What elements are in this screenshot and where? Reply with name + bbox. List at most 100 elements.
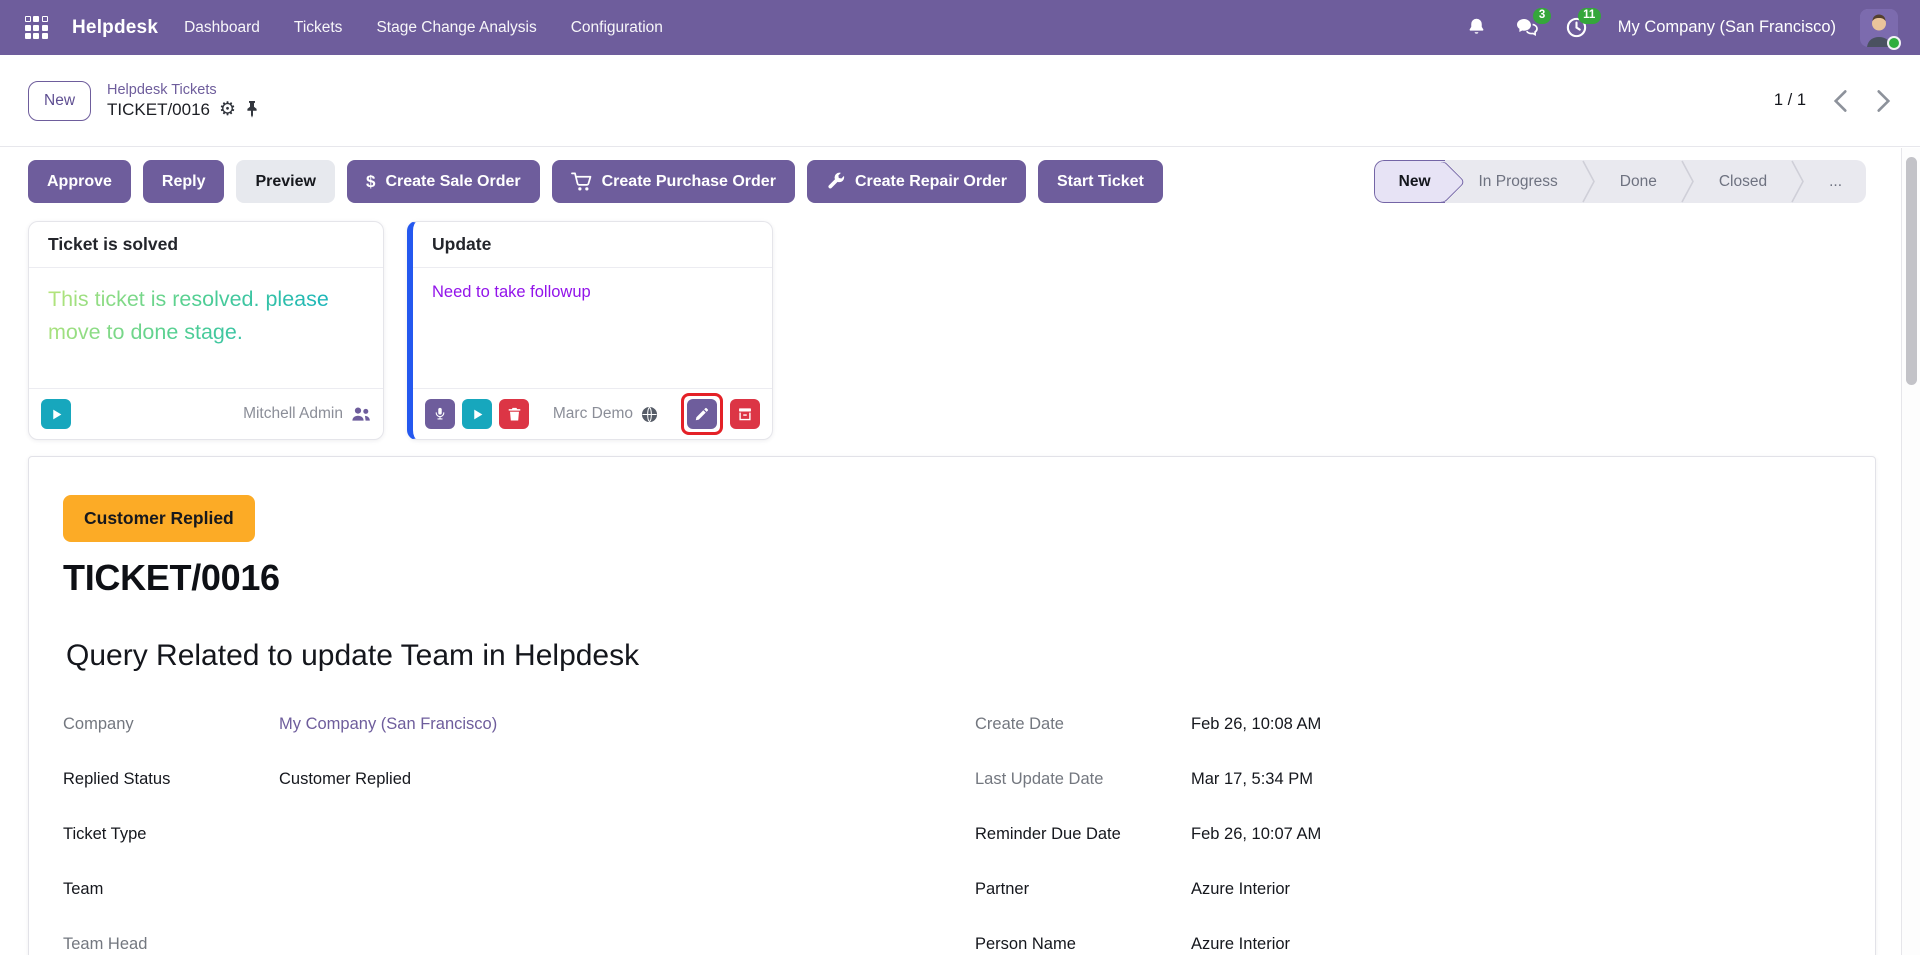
last-update-date-value: Mar 17, 5:34 PM: [1190, 770, 1835, 789]
replied-status-badge: Customer Replied: [63, 495, 255, 542]
apps-grid-icon: [25, 16, 48, 39]
menu-configuration[interactable]: Configuration: [569, 13, 665, 43]
field-row-person-name: Person Name Azure Interior: [975, 935, 1835, 955]
field-label: Partner: [975, 880, 1190, 899]
partner-input[interactable]: Azure Interior: [1190, 880, 1835, 899]
apps-menu-button[interactable]: [18, 10, 54, 46]
activities-count-badge: 11: [1578, 8, 1601, 25]
menu-dashboard[interactable]: Dashboard: [182, 13, 262, 43]
new-record-button[interactable]: New: [28, 81, 91, 121]
create-repair-order-button[interactable]: Create Repair Order: [807, 160, 1026, 203]
note-title: Update: [413, 222, 772, 268]
user-avatar[interactable]: [1860, 9, 1898, 47]
stage-separator-icon: [1681, 160, 1695, 203]
menu-tickets[interactable]: Tickets: [292, 13, 345, 43]
breadcrumb-current: TICKET/0016: [107, 100, 210, 120]
play-note-button[interactable]: [41, 399, 71, 429]
delete-note-button[interactable]: [499, 399, 529, 429]
company-link[interactable]: My Company (San Francisco): [278, 715, 975, 734]
scrollbar-thumb[interactable]: [1906, 157, 1917, 385]
main-menu: Dashboard Tickets Stage Change Analysis …: [182, 13, 665, 43]
messages-count-badge: 3: [1533, 8, 1550, 25]
statusbar: Approve Reply Preview $ Create Sale Orde…: [0, 147, 1920, 203]
pager-previous-button[interactable]: [1832, 89, 1849, 113]
field-row-replied-status: Replied Status Customer Replied: [63, 770, 975, 797]
create-purchase-order-button[interactable]: Create Purchase Order: [552, 160, 795, 203]
stage-separator-icon: [1791, 160, 1805, 203]
note-card-solved: Ticket is solved This ticket is resolved…: [28, 221, 384, 440]
reminder-due-date-input[interactable]: Feb 26, 10:07 AM: [1190, 825, 1835, 844]
stage-done[interactable]: Done: [1596, 160, 1681, 203]
field-row-reminder-due-date: Reminder Due Date Feb 26, 10:07 AM: [975, 825, 1835, 852]
notifications-bell-button[interactable]: [1464, 15, 1490, 41]
field-row-ticket-type: Ticket Type: [63, 825, 975, 852]
archive-note-button[interactable]: [730, 399, 760, 429]
replied-status-value[interactable]: Customer Replied: [278, 770, 975, 789]
company-switcher[interactable]: My Company (San Francisco): [1618, 18, 1836, 37]
edit-note-button[interactable]: [687, 399, 717, 429]
create-sale-order-button[interactable]: $ Create Sale Order: [347, 160, 540, 203]
trash-icon: [508, 407, 521, 421]
annotation-highlight: [681, 393, 723, 435]
online-status-dot: [1887, 36, 1901, 50]
pencil-icon: [695, 407, 709, 421]
create-date-value: Feb 26, 10:08 AM: [1190, 715, 1835, 734]
preview-button[interactable]: Preview: [236, 160, 334, 203]
action-gear-icon[interactable]: ⚙: [219, 100, 236, 119]
pager: 1 / 1: [1774, 89, 1892, 113]
reply-button[interactable]: Reply: [143, 160, 225, 203]
form-sheet: Customer Replied TICKET/0016 Query Relat…: [28, 456, 1876, 955]
field-row-create-date: Create Date Feb 26, 10:08 AM: [975, 715, 1835, 742]
field-row-team-head: Team Head: [63, 935, 975, 955]
start-ticket-button[interactable]: Start Ticket: [1038, 160, 1163, 203]
messages-button[interactable]: 3: [1514, 15, 1540, 41]
approve-button[interactable]: Approve: [28, 160, 131, 203]
breadcrumb-parent-link[interactable]: Helpdesk Tickets: [107, 82, 259, 98]
users-group-icon: [351, 406, 371, 422]
ticket-name[interactable]: TICKET/0016: [63, 557, 1835, 599]
stage-in-progress[interactable]: In Progress: [1445, 160, 1582, 203]
field-row-company: Company My Company (San Francisco): [63, 715, 975, 742]
stage-new[interactable]: New: [1374, 160, 1445, 203]
field-row-partner: Partner Azure Interior: [975, 880, 1835, 907]
fields-grid: Company My Company (San Francisco) Repli…: [63, 715, 1835, 955]
play-icon: [471, 408, 484, 421]
note-body-text: This ticket is resolved. please move to …: [48, 283, 338, 350]
field-label: Team: [63, 880, 278, 899]
play-icon: [50, 408, 63, 421]
field-label: Replied Status: [63, 770, 278, 789]
stage-pipeline: New In Progress Done Closed ...: [1374, 160, 1866, 203]
stage-closed[interactable]: Closed: [1695, 160, 1791, 203]
bell-icon: [1466, 17, 1487, 38]
chevron-right-icon: [1875, 89, 1892, 113]
field-label: Create Date: [975, 715, 1190, 734]
pin-icon[interactable]: [245, 101, 259, 118]
pager-next-button[interactable]: [1875, 89, 1892, 113]
field-row-team: Team: [63, 880, 975, 907]
field-label: Company: [63, 715, 278, 734]
app-title[interactable]: Helpdesk: [72, 17, 158, 39]
play-note-button[interactable]: [462, 399, 492, 429]
menu-stage-change-analysis[interactable]: Stage Change Analysis: [374, 13, 538, 43]
record-voice-button[interactable]: [425, 399, 455, 429]
person-name-input[interactable]: Azure Interior: [1190, 935, 1835, 954]
field-label: Ticket Type: [63, 825, 278, 844]
field-row-last-update-date: Last Update Date Mar 17, 5:34 PM: [975, 770, 1835, 797]
note-card-update: Update Need to take followup Marc: [407, 221, 773, 440]
chevron-left-icon: [1832, 89, 1849, 113]
vertical-scrollbar[interactable]: [1901, 148, 1920, 955]
note-body-text: Need to take followup: [432, 283, 753, 302]
field-label: Last Update Date: [975, 770, 1190, 789]
wrench-icon: [826, 172, 845, 191]
note-author: Marc Demo: [553, 405, 633, 423]
shopping-cart-icon: [571, 171, 592, 192]
microphone-icon: [433, 406, 447, 422]
ticket-subject[interactable]: Query Related to update Team in Helpdesk: [66, 639, 1835, 673]
stage-more[interactable]: ...: [1805, 160, 1866, 203]
fields-right-column: Create Date Feb 26, 10:08 AM Last Update…: [975, 715, 1835, 955]
note-title: Ticket is solved: [29, 222, 383, 268]
activities-button[interactable]: 11: [1564, 15, 1590, 41]
navbar-systray: 3 11 My Company (San Francisco): [1464, 9, 1898, 47]
field-label: Reminder Due Date: [975, 825, 1190, 844]
fields-left-column: Company My Company (San Francisco) Repli…: [63, 715, 975, 955]
